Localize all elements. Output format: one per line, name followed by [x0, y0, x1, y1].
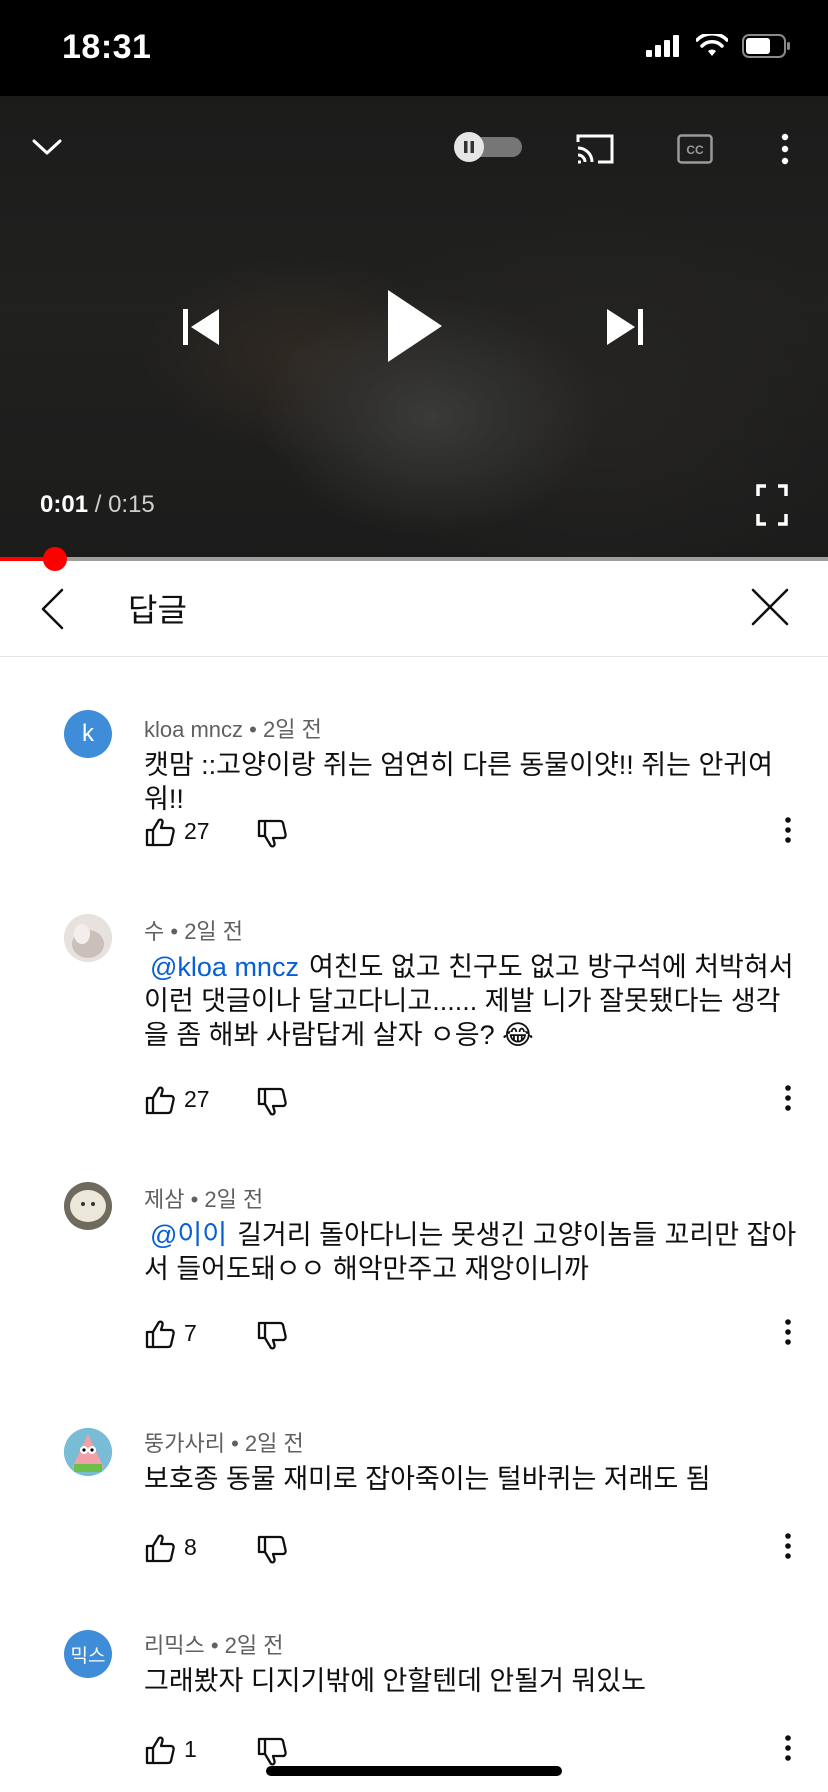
skip-previous-icon[interactable] — [176, 302, 226, 352]
comment-meta: kloa mncz • 2일 전 — [144, 712, 322, 744]
comment-author[interactable]: 제삼 — [144, 1187, 184, 1212]
comment-time: 2일 전 — [262, 717, 322, 742]
time-separator: / — [88, 491, 109, 518]
battery-icon — [742, 34, 790, 58]
comment-text: 보호종 동물 재미로 잡아죽이는 털바퀴는 저래도 됨 — [144, 1462, 804, 1496]
cellular-signal-icon — [646, 35, 679, 57]
meta-separator: • — [224, 1431, 245, 1456]
comment-author[interactable]: 뚱가사리 — [144, 1431, 225, 1456]
wifi-icon — [696, 34, 728, 56]
like-count: 7 — [184, 1320, 197, 1346]
autoplay-toggle[interactable] — [452, 132, 524, 162]
like-count: 27 — [184, 818, 210, 844]
comment-meta: 수 • 2일 전 — [144, 914, 243, 946]
like-count: 27 — [184, 1086, 210, 1112]
thumb-up-icon[interactable] — [144, 1532, 176, 1564]
meta-separator: • — [164, 919, 185, 944]
thumb-down-icon[interactable] — [256, 1320, 288, 1352]
skip-next-icon[interactable] — [600, 302, 650, 352]
thumb-down-icon[interactable] — [256, 1534, 288, 1566]
meta-separator: • — [204, 1633, 225, 1658]
status-icons — [646, 34, 792, 58]
replies-title: 답글 — [128, 592, 187, 628]
comment-text: @이이 길거리 돌아다니는 못생긴 고양이놈들 꼬리만 잡아서 들어도돼ㅇㅇ 해악… — [144, 1218, 804, 1286]
more-vert-icon[interactable] — [770, 126, 800, 172]
comment-actions: 27 — [144, 1080, 804, 1120]
avatar-ttunggasari[interactable] — [64, 1428, 112, 1476]
avatar-initial: k — [82, 720, 94, 747]
avatar-initial: 믹스 — [70, 1645, 106, 1667]
avatar-remix[interactable]: 믹스 — [64, 1630, 112, 1678]
avatar-kloa[interactable]: k — [64, 710, 112, 758]
comment-body: 보호종 동물 재미로 잡아죽이는 털바퀴는 저래도 됨 — [144, 1464, 711, 1494]
cc-icon[interactable]: CC — [672, 126, 718, 172]
status-bar: 18:31 — [0, 0, 828, 96]
avatar-jesam[interactable] — [64, 1182, 112, 1230]
comment-body: 그래봤자 디지기밖에 안할텐데 안될거 뭐있노 — [144, 1666, 646, 1696]
comment-actions: 7 — [144, 1314, 804, 1354]
thumb-up-icon[interactable] — [144, 1084, 176, 1116]
thumb-down-icon[interactable] — [256, 818, 288, 850]
more-vert-icon[interactable] — [784, 816, 796, 848]
thumb-up-icon[interactable] — [144, 1734, 176, 1766]
more-vert-icon[interactable] — [784, 1734, 796, 1766]
comment-meta: 뚱가사리 • 2일 전 — [144, 1426, 304, 1458]
comment-time: 2일 전 — [244, 1431, 304, 1456]
replies-header: 답글 — [0, 561, 828, 657]
home-indicator — [266, 1766, 562, 1776]
thumb-down-icon[interactable] — [256, 1736, 288, 1768]
video-player[interactable]: CC 0:01 / 0:15 — [0, 96, 828, 560]
comment-actions: 8 — [144, 1528, 804, 1568]
chevron-down-icon[interactable] — [24, 124, 70, 170]
fullscreen-icon[interactable] — [752, 484, 792, 526]
avatar-su[interactable] — [64, 914, 112, 962]
comment-meta: 리믹스 • 2일 전 — [144, 1628, 284, 1660]
close-icon[interactable] — [750, 587, 794, 631]
thumb-up-icon[interactable] — [144, 1318, 176, 1350]
comment-author[interactable]: 리믹스 — [144, 1633, 205, 1658]
back-arrow-icon[interactable] — [38, 587, 78, 631]
svg-text:CC: CC — [686, 143, 704, 157]
like-count: 1 — [184, 1736, 197, 1762]
comment-body: 길거리 돌아다니는 못생긴 고양이놈들 꼬리만 잡아서 들어도돼ㅇㅇ 해악만주고… — [144, 1220, 797, 1284]
more-vert-icon[interactable] — [784, 1084, 796, 1116]
comment-time: 2일 전 — [204, 1187, 264, 1212]
more-vert-icon[interactable] — [784, 1318, 796, 1350]
meta-separator: • — [243, 717, 263, 742]
comment-time: 2일 전 — [184, 919, 244, 944]
comment-actions: 1 — [144, 1730, 804, 1770]
meta-separator: • — [184, 1187, 205, 1212]
comment-text: @kloa mncz 여친도 없고 친구도 없고 방구석에 처박혀서 이런 댓글이… — [144, 950, 804, 1052]
comment-meta: 제삼 • 2일 전 — [144, 1182, 263, 1214]
thumb-down-icon[interactable] — [256, 1086, 288, 1118]
comment-author[interactable]: 수 — [144, 919, 164, 944]
comment-body: 캣맘 ::고양이랑 쥐는 엄연히 다른 동물이얏!! 쥐는 안귀여워!! — [144, 750, 773, 814]
mention-link[interactable]: @이이 — [150, 1220, 227, 1250]
mention-link[interactable]: @kloa mncz — [150, 952, 299, 982]
current-time: 0:01 — [40, 491, 89, 518]
thumb-up-icon[interactable] — [144, 816, 176, 848]
comment-actions: 27 — [144, 812, 804, 852]
play-icon[interactable] — [376, 286, 452, 366]
more-vert-icon[interactable] — [784, 1532, 796, 1564]
comment-author[interactable]: kloa mncz — [144, 717, 243, 742]
duration: 0:15 — [108, 491, 155, 518]
cast-icon[interactable] — [572, 126, 618, 172]
comment-text: 캣맘 ::고양이랑 쥐는 엄연히 다른 동물이얏!! 쥐는 안귀여워!! — [144, 748, 804, 816]
comment-time: 2일 전 — [224, 1633, 284, 1658]
like-count: 8 — [184, 1534, 197, 1560]
progress-bar[interactable] — [0, 547, 828, 571]
status-time: 18:31 — [62, 28, 152, 66]
time-display: 0:01 / 0:15 — [40, 491, 155, 519]
comment-text: 그래봤자 디지기밖에 안할텐데 안될거 뭐있노 — [144, 1664, 804, 1698]
